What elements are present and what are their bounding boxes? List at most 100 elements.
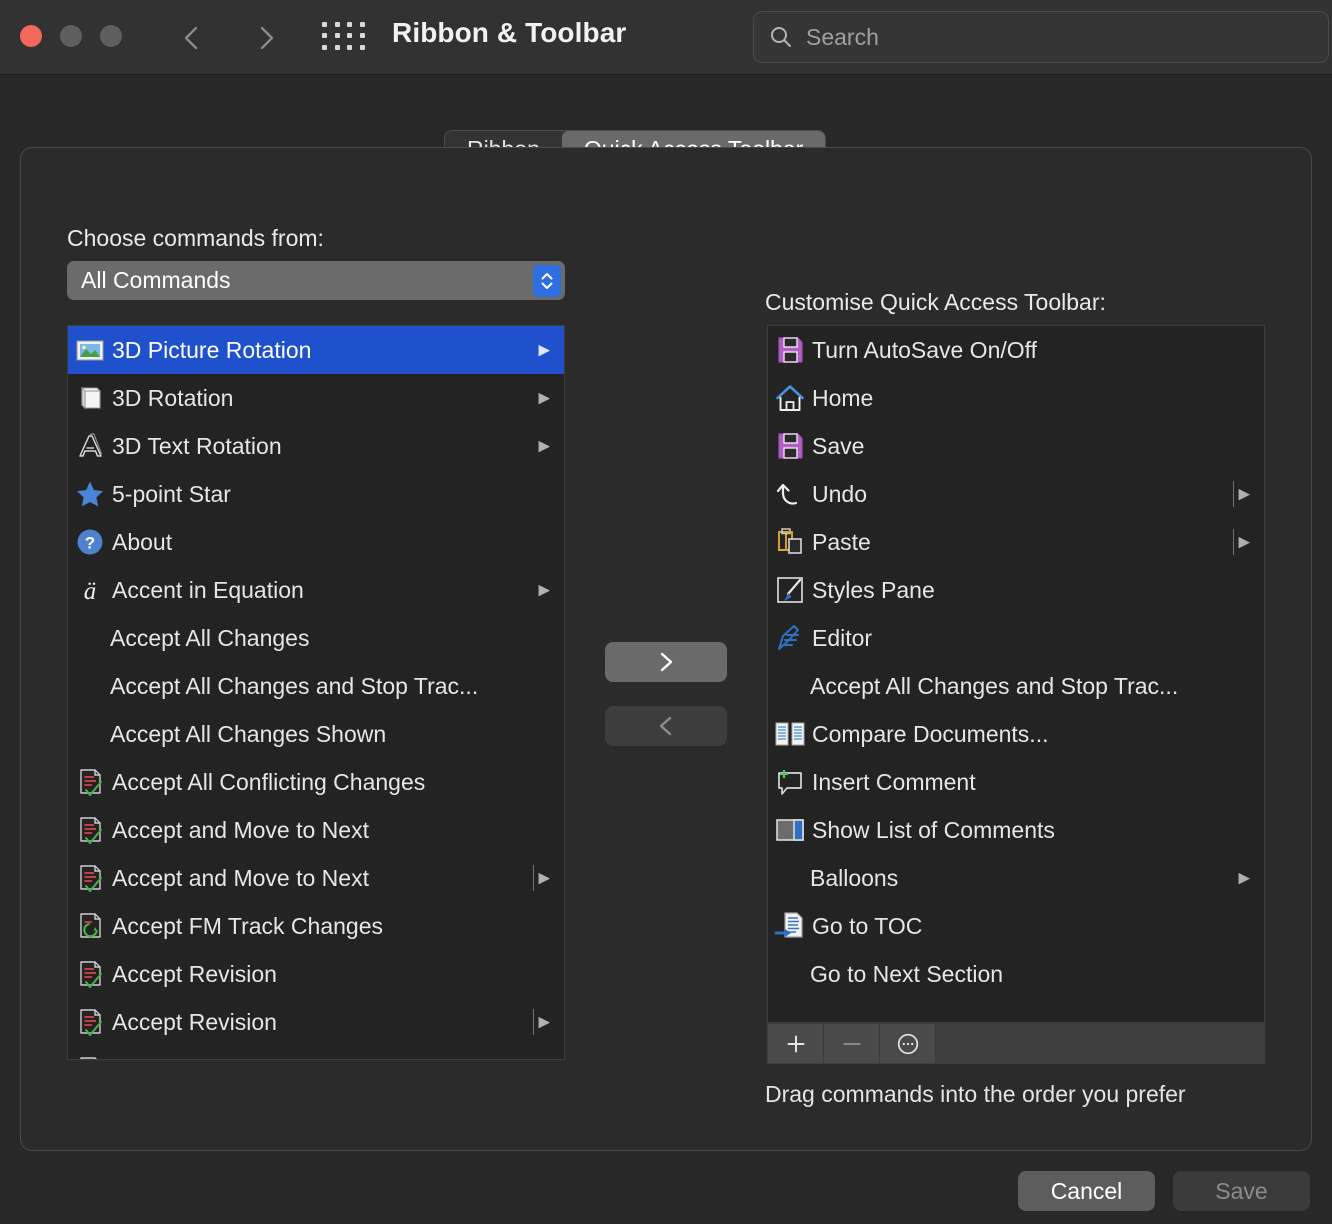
submenu-arrow-icon[interactable]: ▶ (538, 391, 550, 406)
refresh-doc-icon (74, 910, 106, 942)
qat-command-row[interactable]: Styles Pane (768, 566, 1264, 614)
row-divider (1233, 481, 1234, 507)
maximize-window-button[interactable] (100, 25, 122, 47)
minus-icon (843, 1042, 860, 1045)
qat-command-row[interactable]: Editor (768, 614, 1264, 662)
qat-command-row[interactable]: Home (768, 374, 1264, 422)
search-input[interactable] (794, 23, 1328, 51)
comments-pane-icon (774, 814, 806, 846)
available-commands-list[interactable]: 3D Picture Rotation ▶ 3D Rotation ▶ 3D Text … (67, 325, 565, 1060)
available-command-row[interactable]: Accept and Move to Next (68, 806, 564, 854)
qat-command-row[interactable]: Undo ▶ (768, 470, 1264, 518)
available-command-row[interactable]: 3D Text Rotation ▶ (68, 422, 564, 470)
available-command-label: About (112, 528, 173, 555)
available-command-label: Accept All Changes (110, 624, 310, 651)
save-button[interactable]: Save (1173, 1171, 1310, 1211)
qat-command-label: Paste (812, 528, 871, 555)
close-window-button[interactable] (20, 25, 42, 47)
editor-pen-icon (774, 622, 806, 654)
submenu-arrow-icon[interactable]: ▶ (1238, 535, 1250, 550)
search-box[interactable] (753, 11, 1329, 63)
add-command-button[interactable] (605, 642, 727, 682)
qat-command-row[interactable]: Turn AutoSave On/Off (768, 326, 1264, 374)
submenu-arrow-icon[interactable]: ▶ (1238, 871, 1250, 886)
compare-documents-icon (774, 718, 806, 750)
available-command-label: 3D Rotation (112, 384, 234, 411)
commands-source-value: All Commands (81, 267, 231, 293)
qat-command-row[interactable]: Show List of Comments (768, 806, 1264, 854)
qat-command-label: Undo (812, 480, 867, 507)
available-command-label: Accept and Move to Next (112, 816, 369, 843)
accept-change-icon (74, 766, 106, 798)
accept-change-icon (74, 1006, 106, 1038)
insert-comment-icon (774, 766, 806, 798)
qat-command-label: Go to TOC (812, 912, 923, 939)
accept-change-icon (74, 862, 106, 894)
available-command-row[interactable]: 5-point Star (68, 470, 564, 518)
floppy-purple-icon (774, 334, 806, 366)
available-command-row[interactable]: 3D Picture Rotation ▶ (68, 326, 564, 374)
qat-command-label: Styles Pane (812, 576, 935, 603)
available-command-row[interactable]: Accept Revision ▶ (68, 998, 564, 1046)
home-icon (774, 382, 806, 414)
available-command-row[interactable]: ä Accent in Equation ▶ (68, 566, 564, 614)
available-command-label: Accept All Changes Shown (110, 720, 387, 747)
forward-button[interactable] (246, 16, 286, 60)
styles-pane-icon (774, 574, 806, 606)
qat-more-options-button[interactable] (880, 1024, 936, 1063)
submenu-arrow-icon[interactable]: ▶ (538, 583, 550, 598)
available-command-row[interactable]: Accept FM Track Changes (68, 902, 564, 950)
qat-command-row[interactable]: Accept All Changes and Stop Trac... (768, 662, 1264, 710)
back-button[interactable] (172, 16, 212, 60)
available-command-label: Accept Revision (112, 960, 277, 987)
qat-command-row[interactable]: Insert Comment (768, 758, 1264, 806)
minimize-window-button[interactable] (60, 25, 82, 47)
qat-command-label: Insert Comment (812, 768, 976, 795)
available-command-row[interactable]: Accept All Changes and Stop Trac... (68, 662, 564, 710)
chevron-left-icon (184, 26, 198, 50)
commands-source-select[interactable]: All Commands (67, 261, 565, 300)
submenu-arrow-icon[interactable]: ▶ (1238, 487, 1250, 502)
app-grid-icon[interactable] (322, 22, 368, 52)
available-command-row[interactable]: Accept and Move to Next ▶ (68, 854, 564, 902)
remove-command-button[interactable] (605, 706, 727, 746)
submenu-arrow-icon[interactable]: ▶ (538, 871, 550, 886)
available-command-row[interactable]: Accept Revision (68, 950, 564, 998)
available-command-label: 3D Picture Rotation (112, 336, 312, 363)
qat-command-row[interactable]: Paste ▶ (768, 518, 1264, 566)
qat-remove-button[interactable] (824, 1024, 880, 1063)
submenu-arrow-icon[interactable]: ▶ (538, 343, 550, 358)
qat-command-row[interactable]: Go to TOC (768, 902, 1264, 950)
qat-add-button[interactable] (768, 1024, 824, 1063)
customise-qat-label: Customise Quick Access Toolbar: (765, 289, 1106, 315)
qat-command-label: Accept All Changes and Stop Trac... (810, 672, 1179, 699)
qat-command-row[interactable]: Go to Next Section (768, 950, 1264, 998)
qat-command-row[interactable]: Balloons ▶ (768, 854, 1264, 902)
available-command-row[interactable] (68, 1046, 564, 1059)
available-command-row[interactable]: Accept All Changes Shown (68, 710, 564, 758)
available-command-label: Accent in Equation (112, 576, 304, 603)
submenu-arrow-icon[interactable]: ▶ (538, 439, 550, 454)
qat-command-row[interactable]: Save (768, 422, 1264, 470)
letter-a-3d-icon (74, 430, 106, 462)
qat-commands-list[interactable]: Turn AutoSave On/Off Home Save Undo ▶ Paste ▶ S… (767, 325, 1265, 1023)
qat-command-label: Balloons (810, 864, 899, 891)
qat-command-label: Editor (812, 624, 873, 651)
qat-command-row[interactable]: Compare Documents... (768, 710, 1264, 758)
available-command-row[interactable]: 3D Rotation ▶ (68, 374, 564, 422)
dialog-footer: Cancel Save (1018, 1171, 1310, 1211)
cube-rotation-icon (74, 382, 106, 414)
available-command-label: 5-point Star (112, 480, 231, 507)
row-divider (533, 1009, 534, 1035)
undo-icon (774, 478, 806, 510)
available-command-label: Accept All Changes and Stop Trac... (110, 672, 479, 699)
available-command-label: 3D Text Rotation (112, 432, 282, 459)
cancel-button[interactable]: Cancel (1018, 1171, 1155, 1211)
page-title: Ribbon & Toolbar (392, 17, 627, 48)
available-command-row[interactable]: ? About (68, 518, 564, 566)
submenu-arrow-icon[interactable]: ▶ (538, 1015, 550, 1030)
available-command-row[interactable]: Accept All Changes (68, 614, 564, 662)
chevron-up-down-icon[interactable] (533, 264, 561, 297)
available-command-row[interactable]: Accept All Conflicting Changes (68, 758, 564, 806)
floppy-purple-icon (774, 430, 806, 462)
